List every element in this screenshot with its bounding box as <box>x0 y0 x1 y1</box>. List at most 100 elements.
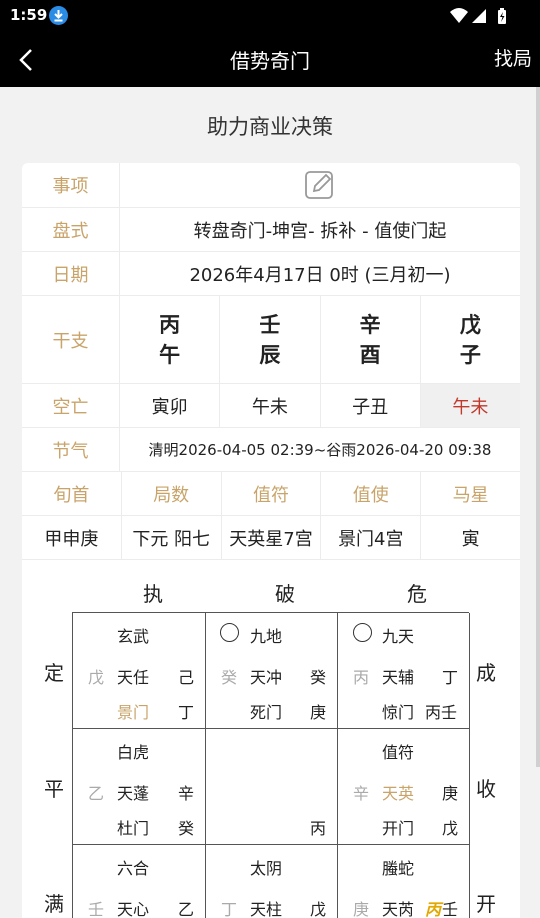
empty-circle-icon <box>353 623 372 642</box>
kongwang-cells: 寅卯 午未 子丑 午未 <box>120 384 520 427</box>
ganzhi-year: 丙午 <box>120 296 221 383</box>
palace-gen-star: 天心 <box>117 900 150 918</box>
header-zhishi: 值使 <box>321 472 422 515</box>
palace-kan[interactable]: 太阴 丁 天柱 戊 <box>206 845 338 918</box>
palace-zhen-stem-c: 癸 <box>178 819 195 838</box>
top-label-3: 危 <box>407 582 427 606</box>
palace-kun-door: 惊门 <box>382 703 415 722</box>
palace-qian[interactable]: 螣蛇 庚 天芮 丙 壬 <box>338 845 470 918</box>
status-bar: 1:59 <box>0 0 540 32</box>
palace-dui[interactable]: 值符 辛 天英 庚 开门 戊 <box>338 729 470 845</box>
header-jushu: 局数 <box>122 472 222 515</box>
label-ganzhi: 干支 <box>22 296 120 383</box>
palace-dui-star: 天英 <box>382 784 415 803</box>
empty-circle-icon <box>220 623 239 642</box>
ganzhi-hour: 戊子 <box>421 296 520 383</box>
palace-grid-frame: 玄武 戊 天任 己 景门 丁 九地 癸 天冲 癸 死门 庚 九天 丙 天辅 丁 … <box>72 612 470 918</box>
top-label-2: 破 <box>275 582 295 606</box>
page-subtitle: 助力商业决策 <box>207 115 333 139</box>
palace-xun-door: 景门 <box>117 703 150 722</box>
palace-gen[interactable]: 六合 壬 天心 乙 <box>73 845 206 918</box>
riqi-value: 2026年4月17日 0时 (三月初一) <box>189 264 451 286</box>
right-label-3: 开 <box>476 892 496 916</box>
scrollbar[interactable] <box>536 87 540 767</box>
ganzhi-month-stem: 壬 <box>259 312 281 337</box>
row-panshi: 盘式 转盘奇门-坤宫- 拆补 - 值使门起 <box>22 208 520 252</box>
palace-zhen-stem-b: 辛 <box>178 784 195 803</box>
top-label-1: 执 <box>143 582 163 606</box>
status-icons <box>450 7 510 29</box>
palace-li-door: 死门 <box>250 703 283 722</box>
row-shixiang: 事项 <box>22 163 520 208</box>
header-zhifu: 值符 <box>222 472 322 515</box>
label-panshi: 盘式 <box>22 208 120 251</box>
palace-kun-stem-c: 丙壬 <box>425 703 458 722</box>
row-values: 甲申庚 下元 阳七 天英星7宫 景门4宫 寅 <box>22 516 520 560</box>
ganzhi-year-stem: 丙 <box>159 312 181 337</box>
palace-kan-stem-a: 丁 <box>221 900 238 918</box>
ganzhi-year-branch: 午 <box>159 342 181 367</box>
signal-icon <box>472 9 486 23</box>
jieqi-value: 清明2026-04-05 02:39~谷雨2026-04-20 09:38 <box>148 441 492 459</box>
palace-zhen-star: 天蓬 <box>117 784 150 803</box>
palace-dui-stem-a: 辛 <box>353 784 370 803</box>
kongwang-month: 午未 <box>220 384 321 427</box>
label-jieqi: 节气 <box>22 428 120 471</box>
ganzhi-month: 壬辰 <box>220 296 321 383</box>
palace-kan-star: 天柱 <box>250 900 283 918</box>
value-maxing: 寅 <box>461 528 480 550</box>
palace-li-stem-c: 庚 <box>310 703 327 722</box>
palace-dui-stem-c: 戊 <box>442 819 459 838</box>
palace-kun-stem-a: 丙 <box>353 668 370 687</box>
ganzhi-day-stem: 辛 <box>359 312 381 337</box>
palace-li-stem-a: 癸 <box>221 668 238 687</box>
label-shixiang: 事项 <box>22 163 120 207</box>
kongwang-hour: 午未 <box>420 384 520 427</box>
row-headers: 旬首 局数 值符 值使 马星 <box>22 472 520 516</box>
palace-zhen[interactable]: 白虎 乙 天蓬 辛 杜门 癸 <box>73 729 206 845</box>
palace-qian-stem-b1: 丙 <box>425 900 442 918</box>
row-riqi: 日期 2026年4月17日 0时 (三月初一) <box>22 252 520 296</box>
kongwang-year: 寅卯 <box>120 384 221 427</box>
ganzhi-day-branch: 酉 <box>359 342 381 367</box>
edit-item-button[interactable] <box>120 163 520 207</box>
palace-dui-stem-b: 庚 <box>442 784 459 803</box>
kongwang-day: 子丑 <box>321 384 421 427</box>
wifi-icon <box>450 8 468 23</box>
right-label-1: 成 <box>476 661 496 685</box>
palace-li-god: 九地 <box>250 627 283 646</box>
palace-gen-god: 六合 <box>117 859 150 878</box>
download-icon <box>49 6 68 25</box>
palace-qian-stem-b2: 壬 <box>442 900 459 918</box>
palace-kun-star: 天辅 <box>382 668 415 687</box>
palace-xun-star: 天任 <box>117 668 150 687</box>
row-kongwang: 空亡 寅卯 午未 子丑 午未 <box>22 384 520 428</box>
palace-center[interactable]: 丙 <box>206 729 338 845</box>
palace-xun-stem-a: 戊 <box>88 668 105 687</box>
palace-qian-god: 螣蛇 <box>382 859 415 878</box>
palace-li-stem-b: 癸 <box>310 668 327 687</box>
value-xunshou: 甲申庚 <box>22 516 122 559</box>
palace-kan-god: 太阴 <box>250 859 283 878</box>
value-jushu: 下元 阳七 <box>122 516 222 559</box>
row-jieqi: 节气 清明2026-04-05 02:39~谷雨2026-04-20 09:38 <box>22 428 520 472</box>
palace-dui-door: 开门 <box>382 819 415 838</box>
palace-xun[interactable]: 玄武 戊 天任 己 景门 丁 <box>73 613 206 729</box>
palace-zhen-door: 杜门 <box>117 819 150 838</box>
palace-li[interactable]: 九地 癸 天冲 癸 死门 庚 <box>206 613 338 729</box>
find-ju-button[interactable]: 找局 <box>494 44 532 71</box>
palace-dui-god: 值符 <box>382 743 415 762</box>
value-zhifu: 天英星7宫 <box>222 516 322 559</box>
header-xunshou: 旬首 <box>22 472 122 515</box>
ganzhi-hour-branch: 子 <box>459 342 481 367</box>
app-bar: 借势奇门 找局 <box>0 32 540 87</box>
right-label-2: 收 <box>476 777 496 801</box>
palace-zhen-god: 白虎 <box>117 743 150 762</box>
palace-kun-stem-b: 丁 <box>442 668 459 687</box>
value-zhishi: 景门4宫 <box>321 516 422 559</box>
left-label-3: 满 <box>44 892 64 916</box>
palace-gen-stem-b: 乙 <box>178 900 195 918</box>
palace-kun[interactable]: 九天 丙 天辅 丁 惊门 丙壬 <box>338 613 470 729</box>
palace-xun-god: 玄武 <box>117 627 150 646</box>
label-riqi: 日期 <box>22 252 120 295</box>
